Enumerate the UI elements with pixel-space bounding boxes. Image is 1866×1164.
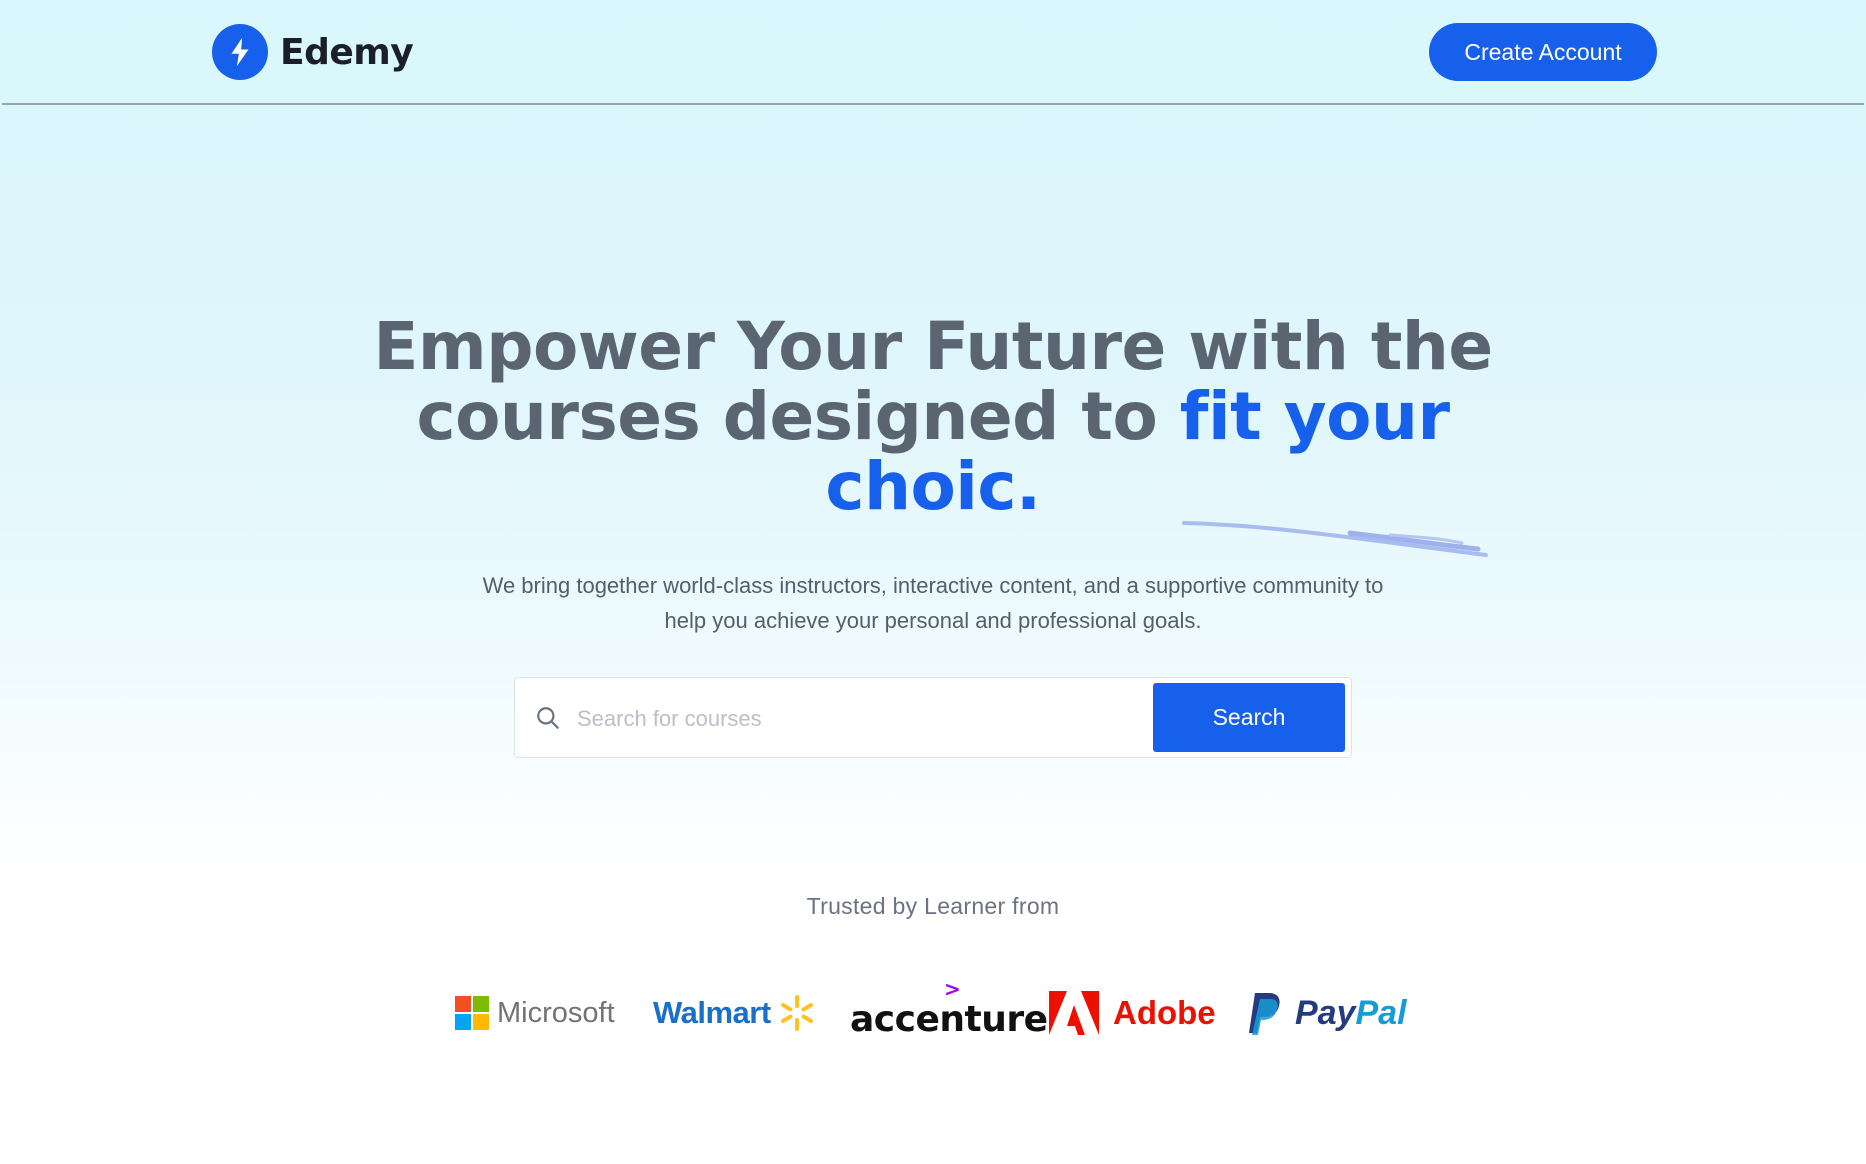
paypal-logo: PayPal (1247, 983, 1407, 1043)
lightning-bolt-icon (212, 24, 268, 80)
paypal-p-icon (1249, 993, 1280, 1035)
search-icon (537, 707, 559, 729)
paypal-logo-text: PayPal (1295, 994, 1407, 1033)
underline-squiggle-decoration (1182, 521, 1488, 557)
course-search-bar: Search (514, 677, 1352, 758)
microsoft-windows-icon (455, 996, 489, 1030)
hero-subtitle: We bring together world-class instructor… (482, 573, 1384, 633)
brand-name: Edemy (280, 31, 414, 73)
accenture-logo-text: accenture (850, 998, 1048, 1040)
adobe-logo-text: Adobe (1113, 994, 1216, 1031)
walmart-logo-text: Walmart (653, 995, 771, 1030)
search-input[interactable] (575, 696, 1149, 742)
page: Edemy Create Account Empower Your Future… (0, 0, 1866, 1164)
microsoft-logo: Microsoft (455, 983, 615, 1043)
brand-logo-link[interactable]: Edemy (212, 23, 414, 81)
paypal-text-pal: Pal (1355, 993, 1407, 1032)
accenture-logo: > accenture (850, 977, 1048, 1043)
adobe-a-icon (1049, 991, 1099, 1035)
create-account-button[interactable]: Create Account (1429, 23, 1657, 81)
walmart-logo: Walmart (653, 983, 817, 1043)
microsoft-logo-text: Microsoft (497, 996, 615, 1029)
search-button[interactable]: Search (1153, 683, 1345, 752)
accenture-chevron-icon: > (944, 977, 961, 1001)
hero-title: Empower Your Future with the courses des… (330, 312, 1536, 522)
paypal-text-pay: Pay (1295, 993, 1356, 1032)
top-navbar: Edemy Create Account (2, 0, 1864, 105)
adobe-logo: Adobe (1049, 983, 1216, 1043)
partner-logos: Microsoft Walmart > accenture Adobe PayP… (455, 977, 1415, 1043)
walmart-spark-icon (780, 995, 813, 1031)
trusted-by-label: Trusted by Learner from (806, 893, 1060, 919)
